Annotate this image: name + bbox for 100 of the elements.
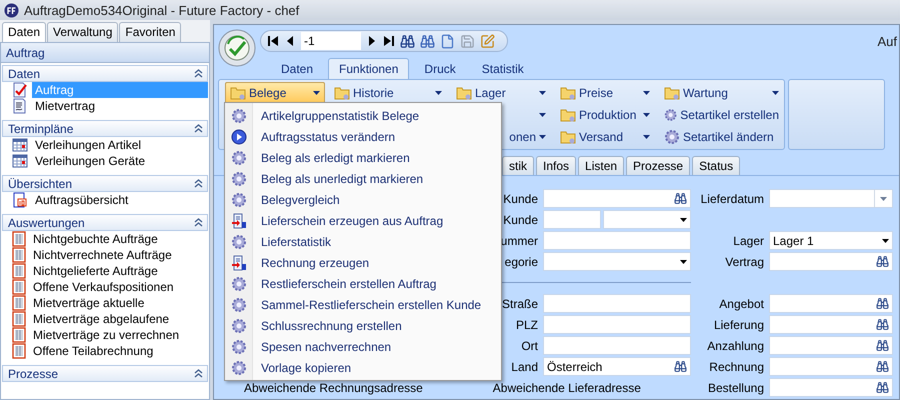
folder-icon <box>560 108 576 122</box>
binoculars-icon[interactable] <box>876 360 889 373</box>
menu-item[interactable]: Lieferstatistik <box>227 231 499 252</box>
date-field[interactable] <box>769 189 893 208</box>
first-record-icon[interactable] <box>267 35 279 47</box>
group-header[interactable]: Prozesse <box>2 365 208 382</box>
ribbon-button[interactable]: Belege <box>225 82 325 104</box>
group-header[interactable]: Terminpläne <box>2 120 208 137</box>
sidebar-item[interactable]: Nichtverrechnete Aufträge <box>30 247 208 263</box>
menu-item[interactable]: Beleg als erledigt markieren <box>227 147 499 168</box>
menu-item[interactable]: Spesen nachverrechnen <box>227 336 499 357</box>
gear-icon <box>231 192 247 208</box>
collapse-icon[interactable] <box>194 218 203 227</box>
sidebar-item[interactable]: Nichtgelieferte Aufträge <box>30 263 208 279</box>
binoculars-icon[interactable] <box>876 381 889 394</box>
menu-item[interactable]: Beleg als unerledigt markieren <box>227 168 499 189</box>
group-header[interactable]: Auswertungen <box>2 214 208 231</box>
sidebar-item[interactable]: Verleihungen Artikel <box>32 137 208 153</box>
text-field[interactable] <box>543 336 691 355</box>
collapse-icon[interactable] <box>194 124 203 133</box>
sidebar-tab[interactable]: Favoriten <box>119 22 182 42</box>
document-icon <box>12 98 28 114</box>
text-field[interactable] <box>543 294 691 313</box>
ribbon-button[interactable]: Setartikel ändern <box>659 126 784 148</box>
new-document-icon[interactable] <box>440 34 455 48</box>
document-tab[interactable]: Status <box>692 156 740 175</box>
ribbon-button[interactable]: Produktion <box>555 104 655 126</box>
lookup-field[interactable] <box>769 357 893 376</box>
ribbon-button[interactable]: Setartikel erstellen <box>659 104 784 126</box>
sidebar-item[interactable]: Mietverträge zu verrechnen <box>30 327 208 343</box>
sidebar-item[interactable]: Verleihungen Geräte <box>32 153 208 169</box>
lookup-field[interactable] <box>769 294 893 313</box>
binoculars-icon[interactable] <box>420 34 435 48</box>
menu-item[interactable]: Rechnung erzeugen <box>227 252 499 273</box>
lookup-field[interactable] <box>769 252 893 271</box>
document-tab[interactable]: Listen <box>578 156 624 175</box>
collapse-icon[interactable] <box>194 69 203 78</box>
gear-icon <box>231 360 247 376</box>
sidebar-item[interactable]: Mietverträge abgelaufene <box>30 311 208 327</box>
binoculars-icon[interactable] <box>876 297 889 310</box>
group-title: Prozesse <box>8 366 58 380</box>
text-field[interactable] <box>543 315 691 334</box>
ribbon-button[interactable]: Lager <box>451 82 551 104</box>
lookup-field[interactable]: Österreich <box>543 357 691 376</box>
document-tab[interactable]: stik <box>502 156 534 175</box>
lookup-field[interactable] <box>769 378 893 397</box>
dropdown-field[interactable] <box>543 252 691 271</box>
binoculars-icon[interactable] <box>876 255 889 268</box>
sidebar-item[interactable]: Offene Verkaufspositionen <box>30 279 208 295</box>
document-tab[interactable]: Prozesse <box>626 156 690 175</box>
record-field[interactable]: -1 <box>301 32 361 50</box>
ribbon-tab[interactable]: Funktionen <box>328 58 410 79</box>
collapse-icon[interactable] <box>194 369 203 378</box>
text-field[interactable] <box>543 210 601 229</box>
lookup-field[interactable] <box>769 315 893 334</box>
menu-item[interactable]: Artikelgruppenstatistik Belege <box>227 105 499 126</box>
collapse-icon[interactable] <box>194 179 203 188</box>
app-menu-orb-icon[interactable] <box>218 29 256 67</box>
menu-item[interactable]: Vorlage kopieren <box>227 357 499 378</box>
field-label: Anzahlung <box>707 338 764 352</box>
search-icon[interactable] <box>400 34 415 48</box>
ribbon-tab[interactable]: Statistik <box>470 58 535 79</box>
calendar-icon <box>12 138 28 152</box>
sidebar-item[interactable]: Mietverträge aktuelle <box>30 295 208 311</box>
ribbon-button[interactable]: Preise <box>555 82 655 104</box>
gear-icon <box>231 276 247 292</box>
ribbon-button[interactable]: Versand <box>555 126 655 148</box>
last-record-icon[interactable] <box>383 35 395 47</box>
sidebar-item[interactable]: Mietvertrag <box>32 98 208 114</box>
sidebar-item[interactable]: Nichtgebuchte Aufträge <box>30 231 208 247</box>
sidebar-item[interactable]: Auftragsübersicht <box>32 192 208 208</box>
group-header[interactable]: Übersichten <box>2 175 208 192</box>
dropdown-field[interactable] <box>603 210 691 229</box>
ribbon-button[interactable]: Wartung <box>659 82 784 104</box>
sidebar-tab[interactable]: Daten <box>2 22 46 42</box>
sidebar-tab[interactable]: Verwaltung <box>47 22 118 42</box>
binoculars-icon[interactable] <box>674 360 687 373</box>
menu-item[interactable]: Lieferschein erzeugen aus Auftrag <box>227 210 499 231</box>
ribbon-tab[interactable]: Druck <box>413 58 467 79</box>
document-tab[interactable]: Infos <box>536 156 576 175</box>
sidebar-item[interactable]: Offene Teilabrechnung <box>30 343 208 359</box>
text-field[interactable] <box>543 231 691 250</box>
caret-icon <box>882 238 889 242</box>
lookup-field[interactable] <box>769 336 893 355</box>
menu-item[interactable]: Belegvergleich <box>227 189 499 210</box>
menu-item[interactable]: Sammel-Restlieferschein erstellen Kunde <box>227 294 499 315</box>
ribbon-tab[interactable]: Daten <box>270 58 324 79</box>
ribbon-button[interactable]: Historie <box>329 82 447 104</box>
binoculars-icon[interactable] <box>674 192 687 205</box>
group-title: Übersichten <box>8 176 72 190</box>
group-header[interactable]: Daten <box>2 65 208 82</box>
lookup-field[interactable] <box>543 189 691 208</box>
group-title: Auswertungen <box>8 216 85 230</box>
binoculars-icon[interactable] <box>876 339 889 352</box>
dropdown-field[interactable]: Lager 1 <box>769 231 893 250</box>
binoculars-icon[interactable] <box>876 318 889 331</box>
field-label: Land <box>511 360 538 374</box>
menu-item[interactable]: Restlieferschein erstellen Auftrag <box>227 273 499 294</box>
report-icon <box>12 231 26 247</box>
menu-item[interactable]: Schlussrechnung erstellen <box>227 315 499 336</box>
